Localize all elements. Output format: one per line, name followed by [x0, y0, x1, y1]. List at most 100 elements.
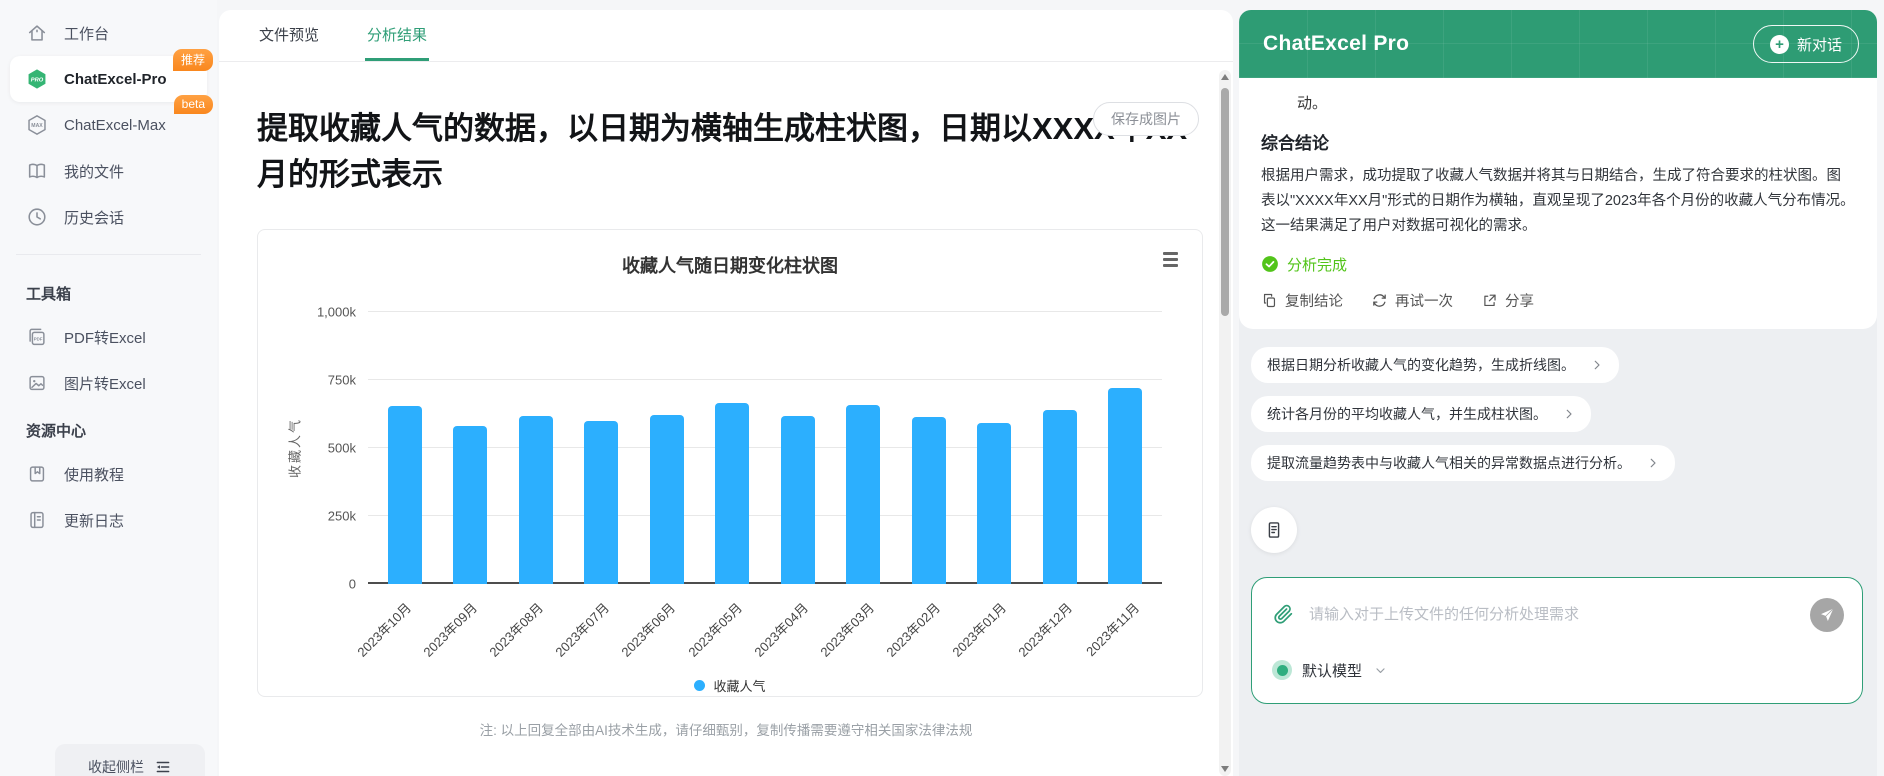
bar[interactable] [453, 426, 487, 584]
bar[interactable] [584, 421, 618, 584]
assistant-message-card: 动。 综合结论 根据用户需求，成功提取了收藏人气数据并将其与日期结合，生成了符合… [1239, 78, 1877, 329]
pdf-icon: PDF [26, 326, 48, 348]
sidebar-item-history[interactable]: 历史会话 [10, 194, 207, 240]
retry-icon [1371, 292, 1388, 309]
bar-column [1093, 312, 1159, 584]
sidebar-item-image-to-excel[interactable]: 图片转Excel [10, 360, 207, 406]
bar[interactable] [977, 423, 1011, 584]
y-axis-tick-label: 0 [349, 577, 356, 592]
suggestion-chip[interactable]: 统计各月份的平均收藏人气，并生成柱状图。 [1251, 396, 1591, 432]
tab-file-preview[interactable]: 文件预览 [257, 10, 321, 61]
share-button[interactable]: 分享 [1481, 290, 1534, 311]
scroll-down-arrow[interactable] [1221, 766, 1229, 772]
x-axis-label-cell: 2023年08月 [500, 586, 566, 674]
suggestion-chips: 根据日期分析收藏人气的变化趋势，生成折线图。 统计各月份的平均收藏人气，并生成柱… [1251, 347, 1877, 481]
retry-button[interactable]: 再试一次 [1371, 290, 1453, 311]
sidebar-item-pdf-to-excel[interactable]: PDF PDF转Excel [10, 314, 207, 360]
chart-title: 收藏人气随日期变化柱状图 [284, 252, 1176, 278]
attach-file-icon[interactable] [1272, 603, 1295, 626]
svg-text:PDF: PDF [34, 336, 43, 341]
scroll-up-arrow[interactable] [1221, 74, 1229, 80]
sidebar-item-label: 图片转Excel [64, 373, 146, 394]
section-title-toolbox: 工具箱 [10, 269, 207, 314]
bar-column [634, 312, 700, 584]
document-shortcut-button[interactable] [1251, 507, 1297, 553]
bar[interactable] [781, 416, 815, 585]
collapse-sidebar-icon [154, 758, 172, 776]
sidebar-item-chatexcel-max[interactable]: MAX ChatExcel-Max beta [10, 102, 207, 148]
main-content: 文件预览 分析结果 保存成图片 提取收藏人气的数据，以日期为横轴生成柱状图，日期… [219, 10, 1233, 776]
collapse-sidebar-button[interactable]: 收起侧栏 [55, 744, 205, 776]
section-title-resources: 资源中心 [10, 406, 207, 451]
analysis-status: 分析完成 [1261, 254, 1855, 275]
bar-column [1027, 312, 1093, 584]
bar[interactable] [846, 405, 880, 584]
bar[interactable] [650, 415, 684, 584]
suggestion-chip[interactable]: 提取流量趋势表中与收藏人气相关的异常数据点进行分析。 [1251, 445, 1675, 481]
chart-menu-icon[interactable] [1163, 252, 1178, 267]
y-axis-tick-label: 250k [328, 509, 356, 524]
copy-icon [1261, 292, 1278, 309]
chevron-right-icon [1591, 359, 1603, 371]
sidebar-divider [16, 254, 201, 255]
chat-body: 动。 综合结论 根据用户需求，成功提取了收藏人气数据并将其与日期结合，生成了符合… [1239, 78, 1877, 776]
chart-plot-area: 收藏人气 0250k500k750k1,000k [368, 312, 1162, 584]
model-selector[interactable]: 默认模型 [1272, 660, 1844, 681]
suggestion-chip[interactable]: 根据日期分析收藏人气的变化趋势，生成折线图。 [1251, 347, 1619, 383]
bar[interactable] [388, 406, 422, 584]
x-axis-label-cell: 2023年03月 [831, 586, 897, 674]
chart-plot-bars [368, 312, 1162, 584]
bar[interactable] [1108, 388, 1142, 584]
send-button[interactable] [1810, 598, 1844, 632]
check-circle-icon [1261, 255, 1279, 273]
vertical-scrollbar[interactable] [1219, 70, 1231, 776]
svg-text:MAX: MAX [31, 123, 43, 129]
suggestion-text: 提取流量趋势表中与收藏人气相关的异常数据点进行分析。 [1267, 453, 1631, 473]
max-hexagon-icon: MAX [26, 114, 48, 136]
sidebar-item-label: 我的文件 [64, 161, 124, 182]
chat-input[interactable] [1309, 606, 1796, 623]
suggestion-text: 统计各月份的平均收藏人气，并生成柱状图。 [1267, 404, 1547, 424]
bar-column [765, 312, 831, 584]
bar-column [831, 312, 897, 584]
bar[interactable] [912, 417, 946, 584]
sidebar-item-chatexcel-pro[interactable]: PRO ChatExcel-Pro 推荐 [10, 56, 207, 102]
sidebar-item-label: 更新日志 [64, 510, 124, 531]
chevron-right-icon [1563, 408, 1575, 420]
bar-column [438, 312, 504, 584]
message-actions: 复制结论 再试一次 分享 [1261, 290, 1855, 311]
recommended-badge: 推荐 [173, 49, 213, 71]
analysis-title: 提取收藏人气的数据，以日期为横轴生成柱状图，日期以XXXX年XX月的形式表示 [257, 106, 1195, 197]
legend-label: 收藏人气 [713, 676, 765, 695]
save-as-image-button[interactable]: 保存成图片 [1093, 102, 1199, 136]
bar-column [372, 312, 438, 584]
scrollbar-thumb[interactable] [1221, 88, 1229, 316]
chevron-down-icon [1374, 664, 1387, 677]
sidebar-item-label: ChatExcel-Max [64, 117, 166, 134]
sidebar-item-changelog[interactable]: 更新日志 [10, 497, 207, 543]
svg-text:PRO: PRO [31, 77, 44, 83]
book-icon [26, 160, 48, 182]
tutorial-icon [26, 463, 48, 485]
bar[interactable] [715, 403, 749, 584]
new-chat-button[interactable]: + 新对话 [1753, 25, 1859, 63]
x-axis-tick-label: 2023年10月 [352, 598, 415, 661]
sidebar-item-label: PDF转Excel [64, 327, 146, 348]
bar[interactable] [519, 416, 553, 584]
y-axis-tick-label: 500k [328, 441, 356, 456]
y-axis-title: 收藏人气 [285, 418, 304, 478]
x-axis-label-cell: 2023年07月 [567, 586, 633, 674]
bar[interactable] [1043, 410, 1077, 584]
x-axis-label-cell: 2023年02月 [897, 586, 963, 674]
tab-analysis-result[interactable]: 分析结果 [365, 10, 429, 61]
bar-chart-card: 收藏人气随日期变化柱状图 收藏人气 0250k500k750k1,000k 20… [257, 229, 1203, 697]
sidebar-item-label: 历史会话 [64, 207, 124, 228]
chart-legend[interactable]: 收藏人气 [284, 676, 1176, 695]
collapse-sidebar-label: 收起侧栏 [88, 757, 144, 776]
previous-message-tail: 动。 [1297, 92, 1855, 113]
model-status-icon [1272, 660, 1292, 680]
copy-conclusion-button[interactable]: 复制结论 [1261, 290, 1343, 311]
sidebar-item-tutorial[interactable]: 使用教程 [10, 451, 207, 497]
sidebar-item-my-files[interactable]: 我的文件 [10, 148, 207, 194]
chat-input-card: 默认模型 [1251, 577, 1863, 704]
